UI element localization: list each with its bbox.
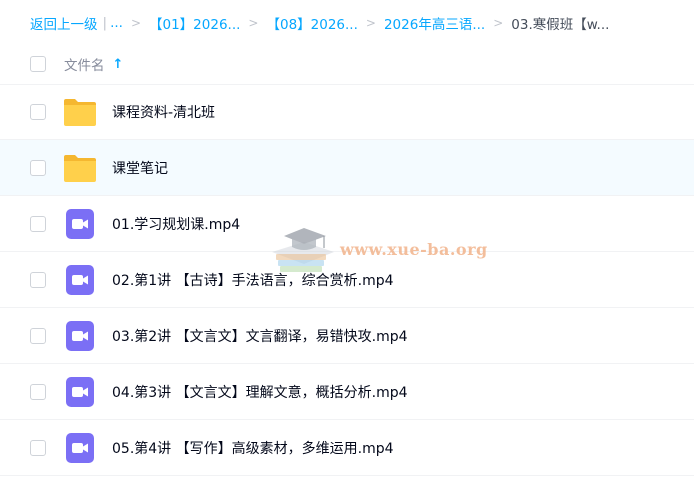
list-item[interactable]: 01.学习规划课.mp4 [0, 196, 694, 252]
column-name-label: 文件名 [64, 58, 105, 74]
file-name[interactable]: 01.学习规划课.mp4 [112, 214, 240, 234]
folder-icon [64, 99, 96, 126]
chevron-right-icon: > [130, 16, 141, 30]
list-item[interactable]: 05.第4讲 【写作】高级素材，多维运用.mp4 [0, 420, 694, 476]
breadcrumb-ellipsis[interactable]: ... [110, 15, 123, 31]
file-name[interactable]: 04.第3讲 【文言文】理解文意，概括分析.mp4 [112, 382, 408, 402]
row-checkbox[interactable] [30, 384, 46, 400]
list-item[interactable]: 课堂笔记 [0, 140, 694, 196]
breadcrumb-item[interactable]: 【08】2026... [266, 13, 357, 33]
row-checkbox[interactable] [30, 272, 46, 288]
list-header: 文件名 ↑ [0, 44, 694, 85]
select-all-checkbox[interactable] [30, 56, 46, 72]
file-name[interactable]: 03.第2讲 【文言文】文言翻译，易错快攻.mp4 [112, 326, 408, 346]
video-file-icon [66, 209, 94, 239]
file-list: 课程资料-清北班 课堂笔记 01.学习规划课.mp4 02.第1讲 【古诗】手法… [0, 84, 694, 476]
file-name[interactable]: 课堂笔记 [112, 158, 168, 178]
video-file-icon [66, 433, 94, 463]
breadcrumb-item[interactable]: 【01】2026... [149, 13, 240, 33]
folder-icon [64, 155, 96, 182]
row-checkbox[interactable] [30, 160, 46, 176]
row-checkbox[interactable] [30, 104, 46, 120]
list-item[interactable]: 04.第3讲 【文言文】理解文意，概括分析.mp4 [0, 364, 694, 420]
file-name[interactable]: 课程资料-清北班 [112, 102, 215, 122]
chevron-right-icon: > [365, 16, 376, 30]
video-file-icon [66, 321, 94, 351]
list-item[interactable]: 课程资料-清北班 [0, 84, 694, 140]
row-checkbox[interactable] [30, 216, 46, 232]
chevron-right-icon: > [493, 16, 504, 30]
list-item[interactable]: 02.第1讲 【古诗】手法语言，综合赏析.mp4 [0, 252, 694, 308]
breadcrumb-item[interactable]: 2026年高三语... [384, 13, 485, 33]
row-checkbox[interactable] [30, 440, 46, 456]
row-checkbox[interactable] [30, 328, 46, 344]
file-browser: 返回上一级 | ... > 【01】2026... > 【08】2026... … [0, 0, 694, 479]
breadcrumb-divider: | [102, 15, 108, 31]
breadcrumb-current: 03.寒假班【w... [511, 17, 610, 33]
sort-by-name-button[interactable]: 文件名 ↑ [64, 54, 124, 75]
file-name[interactable]: 02.第1讲 【古诗】手法语言，综合赏析.mp4 [112, 270, 394, 290]
breadcrumb: 返回上一级 | ... > 【01】2026... > 【08】2026... … [30, 13, 609, 33]
video-file-icon [66, 377, 94, 407]
back-link[interactable]: 返回上一级 [30, 13, 98, 33]
video-file-icon [66, 265, 94, 295]
list-item[interactable]: 03.第2讲 【文言文】文言翻译，易错快攻.mp4 [0, 308, 694, 364]
arrow-up-icon: ↑ [112, 56, 124, 72]
file-name[interactable]: 05.第4讲 【写作】高级素材，多维运用.mp4 [112, 438, 394, 458]
chevron-right-icon: > [248, 16, 259, 30]
